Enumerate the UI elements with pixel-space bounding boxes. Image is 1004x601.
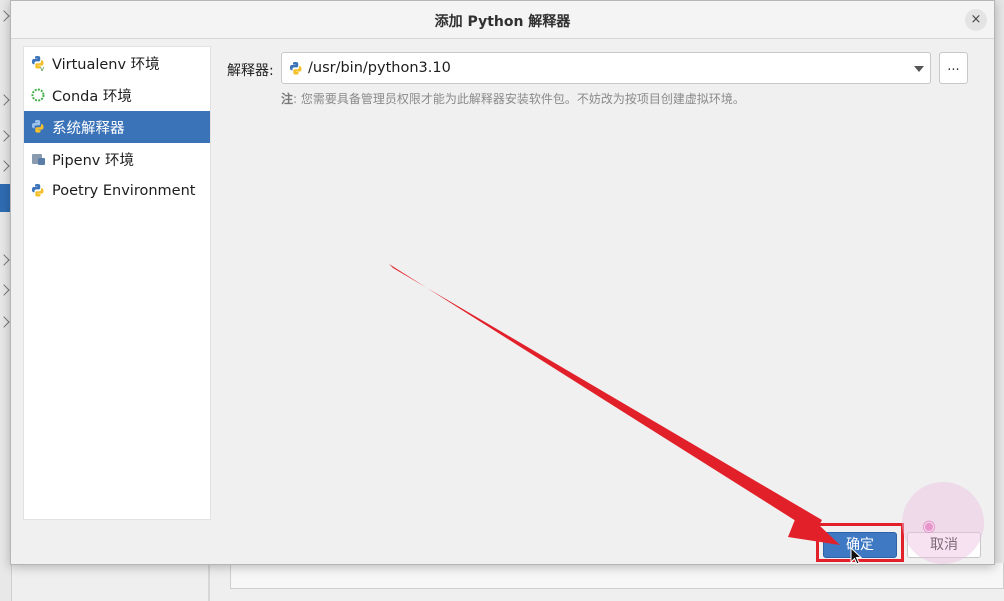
note-text: : 您需要具备管理员权限才能为此解释器安装软件包。不妨改为按项目创建虚拟环境。	[293, 92, 745, 106]
python-icon	[32, 120, 44, 133]
svg-text:v: v	[40, 65, 44, 71]
background-bottom-area	[12, 563, 1004, 601]
dialog-titlebar: 添加 Python 解释器 ×	[11, 1, 994, 39]
pipenv-icon	[32, 154, 45, 165]
env-item-virtualenv[interactable]: v Virtualenv 环境	[24, 47, 210, 79]
poetry-icon	[32, 184, 44, 197]
env-item-poetry[interactable]: Poetry Environment	[24, 175, 210, 207]
chevron-right-icon	[0, 10, 10, 22]
interpreter-path-value: /usr/bin/python3.10	[308, 60, 451, 76]
interpreter-label: 解释器:	[227, 63, 274, 79]
chevron-right-icon	[0, 94, 10, 106]
env-item-label: Virtualenv 环境	[52, 56, 160, 73]
chevron-right-icon	[0, 254, 10, 266]
chevron-right-icon	[0, 130, 10, 142]
env-item-label: Pipenv 环境	[52, 152, 134, 169]
python-icon	[290, 62, 302, 75]
dialog-title: 添加 Python 解释器	[434, 14, 571, 30]
background-right-edge	[995, 0, 1004, 601]
admin-permission-note: 注: 您需要具备管理员权限才能为此解释器安装软件包。不妨改为按项目创建虚拟环境。	[281, 90, 745, 107]
chevron-right-icon	[0, 284, 10, 296]
env-item-pipenv[interactable]: Pipenv 环境	[24, 143, 210, 175]
environment-type-list: v Virtualenv 环境 Conda 环境 系统解释器 Pipenv 环境	[23, 46, 211, 520]
env-item-label: Conda 环境	[52, 88, 132, 105]
note-prefix: 注	[281, 92, 294, 106]
env-item-label: Poetry Environment	[52, 183, 196, 199]
env-item-conda[interactable]: Conda 环境	[24, 79, 210, 111]
close-button[interactable]: ×	[965, 9, 987, 31]
chevron-right-icon	[0, 316, 10, 328]
mouse-pointer-icon	[850, 547, 862, 565]
background-divider	[208, 563, 210, 601]
watermark-logo: ◉	[902, 482, 984, 564]
interpreter-select[interactable]: /usr/bin/python3.10	[281, 52, 931, 84]
browse-interpreter-button[interactable]: ...	[939, 52, 968, 84]
python-venv-icon: v	[32, 56, 44, 71]
background-selection	[0, 184, 10, 212]
conda-ring-icon	[31, 88, 45, 102]
chevron-down-icon[interactable]	[914, 66, 924, 72]
add-python-interpreter-dialog: 添加 Python 解释器 × v Virtualenv 环境 Conda 环境…	[10, 0, 995, 565]
env-item-system-interpreter[interactable]: 系统解释器	[24, 111, 210, 143]
chevron-right-icon	[0, 160, 10, 172]
env-item-label: 系统解释器	[52, 120, 125, 137]
background-pane	[230, 563, 1004, 589]
watermark-mark: ◉	[922, 516, 936, 535]
